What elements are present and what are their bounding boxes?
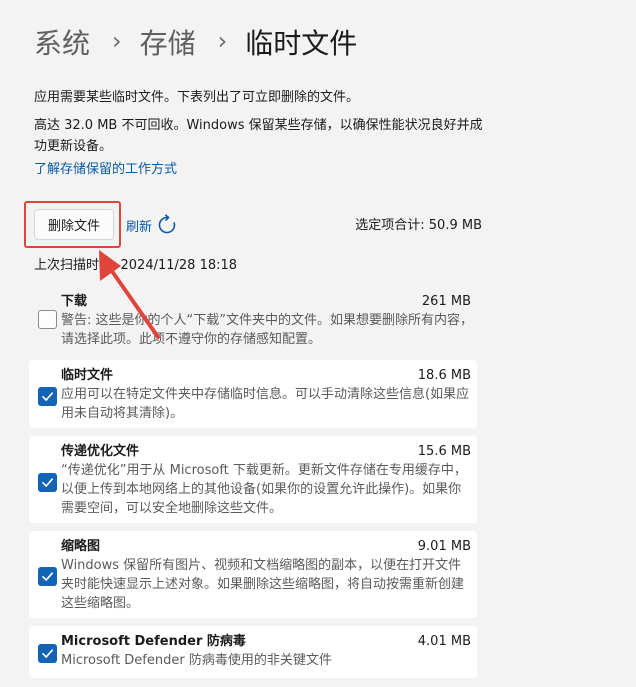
item-description: 警告: 这些是你的个人“下载”文件夹中的文件。如果想要删除所有内容，请选择此项。…: [61, 313, 473, 347]
item-title: 缩略图: [61, 539, 101, 554]
checkmark-icon: [42, 392, 54, 401]
list-item-temp-files: 临时文件 18.6 MB 应用可以在特定文件夹中存储临时信息。可以手动清除这些信…: [29, 360, 477, 428]
list-item-downloads: 下载 261 MB 警告: 这些是你的个人“下载”文件夹中的文件。如果想要删除所…: [29, 286, 477, 353]
temp-files-checkbox[interactable]: [38, 387, 57, 406]
checkmark-icon: [42, 478, 54, 487]
selected-total: 选定项合计: 50.9 MB: [355, 218, 482, 233]
checkmark-icon: [42, 572, 54, 581]
item-size: 261 MB: [421, 294, 471, 309]
downloads-checkbox[interactable]: [38, 310, 57, 329]
breadcrumb-separator: ›: [112, 27, 122, 55]
checkmark-icon: [42, 649, 54, 658]
item-description: Microsoft Defender 防病毒使用的非关键文件: [61, 653, 332, 668]
item-title: 下载: [61, 294, 88, 309]
defender-checkbox[interactable]: [38, 644, 57, 663]
item-title: 临时文件: [61, 368, 114, 383]
item-size: 15.6 MB: [417, 444, 471, 459]
list-item-delivery-optimization: 传递优化文件 15.6 MB “传递优化”用于从 Microsoft 下载更新。…: [29, 436, 477, 523]
breadcrumb: 系统 › 存储 › 临时文件: [34, 22, 357, 62]
refresh-button[interactable]: 刷新: [126, 213, 178, 237]
thumbnails-checkbox[interactable]: [38, 567, 57, 586]
breadcrumb-storage[interactable]: 存储: [140, 22, 196, 62]
item-description: “传递优化”用于从 Microsoft 下载更新。更新文件存储在专用缓存中，以便…: [61, 463, 467, 516]
delete-files-button[interactable]: 删除文件: [34, 209, 114, 240]
storage-reserve-text: 高达 32.0 MB 不可回收。Windows 保留某些存储，以确保性能状况良好…: [34, 118, 483, 154]
item-description: Windows 保留所有图片、视频和文档缩略图的副本，以便在打开文件夹时能快速显…: [61, 558, 465, 611]
item-title: 传递优化文件: [61, 444, 140, 459]
item-title: Microsoft Defender 防病毒: [61, 634, 246, 649]
item-size: 4.01 MB: [417, 634, 471, 649]
refresh-icon: [156, 214, 178, 236]
item-description: 应用可以在特定文件夹中存储临时信息。可以手动清除这些信息(如果应用未自动将其清除…: [61, 387, 470, 421]
item-size: 9.01 MB: [417, 539, 471, 554]
delivery-optimization-checkbox[interactable]: [38, 473, 57, 492]
breadcrumb-system[interactable]: 系统: [34, 22, 90, 62]
list-item-thumbnails: 缩略图 9.01 MB Windows 保留所有图片、视频和文档缩略图的副本，以…: [29, 531, 477, 618]
breadcrumb-separator: ›: [217, 27, 228, 55]
last-scan-time: 上次扫描时间: 2024/11/28 18:18: [34, 258, 238, 273]
description-text: 应用需要某些临时文件。下表列出了可立即删除的文件。: [34, 90, 360, 105]
page-title: 临时文件: [245, 27, 358, 60]
list-item-defender: Microsoft Defender 防病毒 4.01 MB Microsoft…: [29, 626, 477, 678]
learn-storage-reserve-link[interactable]: 了解存储保留的工作方式: [34, 160, 177, 180]
refresh-label: 刷新: [126, 219, 153, 235]
item-size: 18.6 MB: [417, 368, 471, 383]
